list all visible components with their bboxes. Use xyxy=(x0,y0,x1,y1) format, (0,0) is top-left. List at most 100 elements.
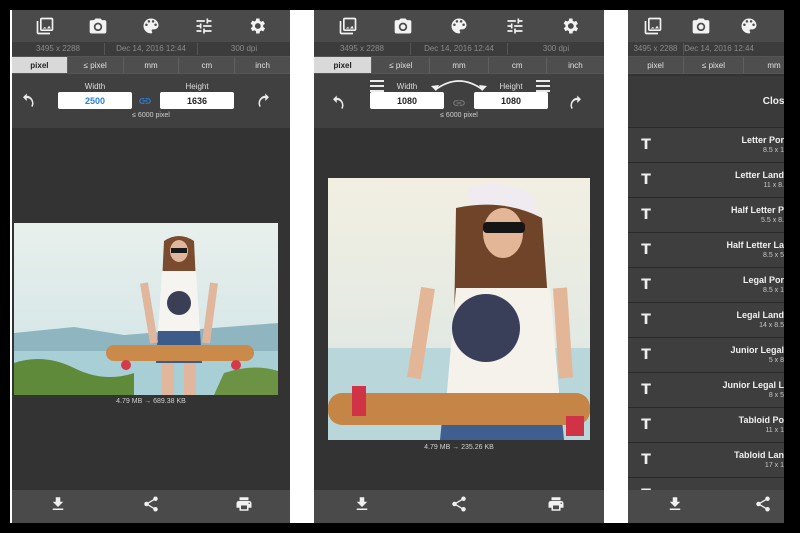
palette-icon[interactable] xyxy=(448,15,470,37)
tab-max-pixel[interactable]: ≤ pixel xyxy=(68,57,124,73)
format-text: Half Letter P 5.5 x 8. xyxy=(664,204,784,226)
dpi-text: 300 dpi xyxy=(542,44,570,53)
format-name: Tabloid Lan xyxy=(734,450,784,460)
unit-tabs: pixel ≤ pixel mm cm inch xyxy=(314,56,604,74)
link-icon[interactable] xyxy=(138,94,152,108)
tab-pixel[interactable]: pixel xyxy=(12,57,68,73)
tab-cm[interactable]: cm xyxy=(179,57,236,73)
frame-top xyxy=(0,0,800,10)
format-size: 8.5 x 5 xyxy=(762,252,784,259)
height-input[interactable]: 1080 xyxy=(474,92,548,109)
format-text: Letter Por 8.5 x 1 xyxy=(664,134,784,156)
format-list-item[interactable]: T Half Letter La 8.5 x 5 xyxy=(628,233,784,268)
format-list-item[interactable]: T Junior Legal L 8 x 5 xyxy=(628,373,784,408)
gallery-icon[interactable] xyxy=(34,15,56,37)
tab-pixel[interactable]: pixel xyxy=(628,57,684,73)
date-text: Dec 14, 2016 12:44 xyxy=(684,44,754,53)
rotate-left-icon[interactable] xyxy=(330,94,348,112)
height-label: Height xyxy=(185,82,209,91)
rotate-left-icon[interactable] xyxy=(20,92,38,110)
download-icon[interactable] xyxy=(49,495,67,518)
palette-icon[interactable] xyxy=(140,15,162,37)
image-info-bar: 3495 x 2288 Dec 14, 2016 12:44 300 dpi xyxy=(12,42,290,56)
limit-text: ≤ 6000 pixel xyxy=(440,112,478,119)
resolution-text: 3495 x 2288 xyxy=(12,43,105,55)
format-size: 11 x 1 xyxy=(765,427,784,434)
camera-icon[interactable] xyxy=(392,15,414,37)
width-input[interactable]: 2500 xyxy=(58,92,132,109)
gear-icon[interactable] xyxy=(246,15,268,37)
resolution-text: 3495 x 2288 xyxy=(628,43,684,55)
link-icon[interactable] xyxy=(452,96,466,110)
width-label: Width xyxy=(84,82,106,91)
width-input[interactable]: 1080 xyxy=(370,92,444,109)
rotate-right-icon[interactable] xyxy=(254,92,272,110)
format-list-item[interactable]: T Letter Por 8.5 x 1 xyxy=(628,128,784,163)
tab-inch[interactable]: inch xyxy=(235,57,290,73)
format-text: Junior Legal 5 x 8 xyxy=(664,344,784,366)
tab-mm[interactable]: mm xyxy=(744,57,784,73)
tab-max-pixel[interactable]: ≤ pixel xyxy=(372,57,431,73)
camera-icon[interactable] xyxy=(690,15,712,37)
photo-preview[interactable] xyxy=(14,223,278,395)
gear-icon[interactable] xyxy=(559,15,581,37)
format-text: Legal Por 8.5 x 1 xyxy=(664,274,784,296)
tab-pixel[interactable]: pixel xyxy=(314,57,373,73)
camera-icon[interactable] xyxy=(87,15,109,37)
print-icon[interactable] xyxy=(235,495,253,518)
share-icon[interactable] xyxy=(142,495,160,518)
file-size-note: 4.79 MB → 689.38 KB xyxy=(116,398,186,405)
format-size: 8.5 x 1 xyxy=(762,287,784,294)
sliders-icon[interactable] xyxy=(504,15,526,37)
screen-crop-landscape: 3495 x 2288 Dec 14, 2016 12:44 300 dpi p… xyxy=(12,10,290,523)
print-icon[interactable] xyxy=(547,495,565,518)
close-button[interactable]: Close xyxy=(628,76,784,128)
tab-max-pixel[interactable]: ≤ pixel xyxy=(684,57,744,73)
gallery-icon[interactable] xyxy=(337,15,359,37)
top-toolbar xyxy=(314,10,604,42)
tab-inch[interactable]: inch xyxy=(547,57,604,73)
text-format-icon: T xyxy=(641,312,651,328)
format-size: 8.5 x 1 xyxy=(762,147,784,154)
tab-mm[interactable]: mm xyxy=(124,57,180,73)
format-list-item[interactable]: T Half Letter P 5.5 x 8. xyxy=(628,198,784,233)
top-toolbar xyxy=(628,10,784,42)
image-info-bar: 3495 x 2288 Dec 14, 2016 12:44 xyxy=(628,42,784,56)
format-list-item[interactable]: T Legal Por 8.5 x 1 xyxy=(628,268,784,303)
download-icon[interactable] xyxy=(666,495,684,518)
menu-icon[interactable] xyxy=(536,80,550,92)
format-text: Tabloid Po 11 x 1 xyxy=(664,414,784,436)
format-text: Tabloid Lan 17 x 1 xyxy=(664,449,784,471)
format-list-item[interactable]: T Junior Legal 5 x 8 xyxy=(628,338,784,373)
dimension-panel: Width 1080 Height 1080 ≤ 6000 pixel xyxy=(314,74,604,128)
tab-mm[interactable]: mm xyxy=(430,57,489,73)
text-format-icon: T xyxy=(641,417,651,433)
height-input[interactable]: 1636 xyxy=(160,92,234,109)
text-format-icon: T xyxy=(641,242,651,258)
top-toolbar xyxy=(12,10,290,42)
paper-format-list: Close T Letter Por 8.5 x 1 T Letter Land 11 x… xyxy=(628,76,784,513)
format-list-item[interactable]: T Tabloid Po 11 x 1 xyxy=(628,408,784,443)
share-icon[interactable] xyxy=(754,495,772,518)
format-size: 17 x 1 xyxy=(764,462,784,469)
tab-cm[interactable]: cm xyxy=(489,57,547,73)
screen-crop-square: 3495 x 2288 Dec 14, 2016 12:44 300 dpi p… xyxy=(314,10,604,523)
bottom-toolbar xyxy=(628,490,784,523)
sliders-icon[interactable] xyxy=(193,15,215,37)
format-name: Tabloid Po xyxy=(738,415,784,425)
date-text: Dec 14, 2016 12:44 xyxy=(105,43,198,55)
download-icon[interactable] xyxy=(353,495,371,518)
text-format-icon: T xyxy=(641,382,651,398)
format-list-item[interactable]: T Letter Land 11 x 8. xyxy=(628,163,784,198)
photo-preview[interactable] xyxy=(328,178,590,440)
gallery-icon[interactable] xyxy=(642,15,664,37)
format-name: Letter Por xyxy=(741,135,784,145)
frame-bottom xyxy=(0,523,800,533)
format-text: Junior Legal L 8 x 5 xyxy=(664,379,784,401)
resolution-text: 3495 x 2288 xyxy=(314,43,411,55)
share-icon[interactable] xyxy=(450,495,468,518)
rotate-right-icon[interactable] xyxy=(566,94,584,112)
format-list-item[interactable]: T Legal Land 14 x 8.5 xyxy=(628,303,784,338)
palette-icon[interactable] xyxy=(738,15,760,37)
format-list-item[interactable]: T Tabloid Lan 17 x 1 xyxy=(628,443,784,478)
